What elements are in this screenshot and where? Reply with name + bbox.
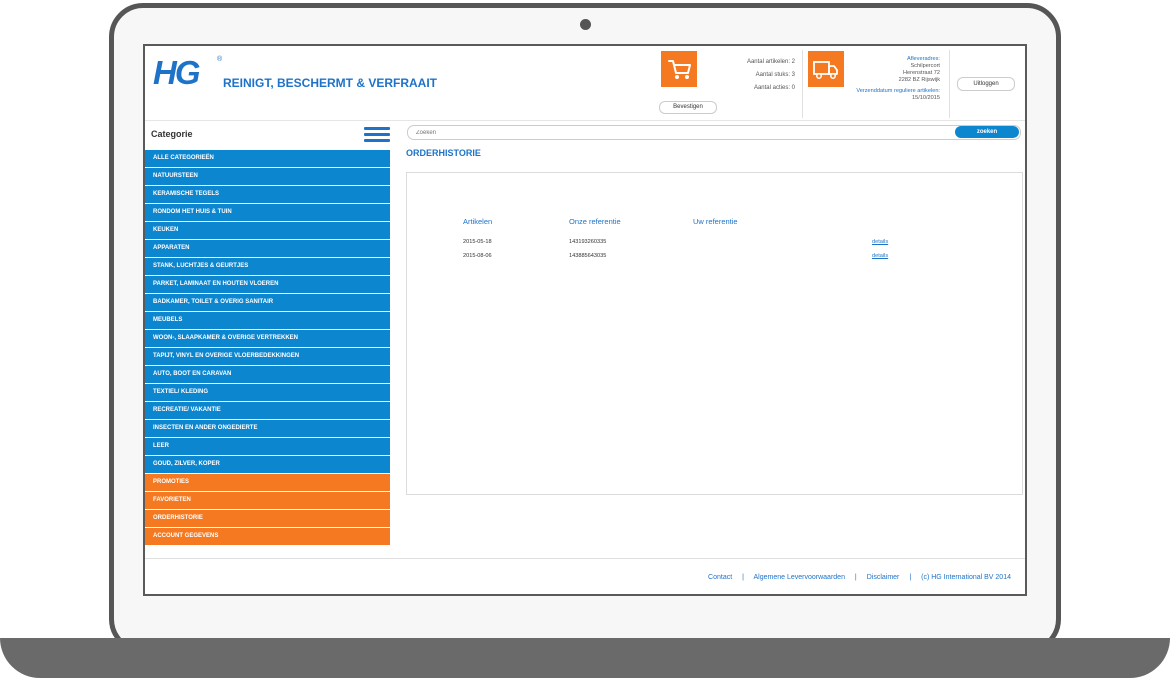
sidebar-account-item[interactable]: ORDERHISTORIE	[145, 510, 390, 527]
column-header-our-reference: Onze referentie	[569, 217, 621, 226]
sidebar-category-item[interactable]: MEUBELS	[145, 312, 390, 329]
logo-wordmark: HG	[153, 54, 200, 91]
header-divider	[949, 50, 950, 118]
delivery-truck-icon	[813, 61, 838, 79]
footer-link-disclaimer[interactable]: Disclaimer	[867, 574, 900, 581]
site-footer: Contact | Algemene Levervoorwaarden | Di…	[145, 558, 1025, 594]
footer-copyright: (c) HG International BV 2014	[921, 574, 1011, 581]
hamburger-menu-icon[interactable]	[364, 127, 390, 143]
order-reference: 143885643035	[569, 253, 607, 259]
header-divider	[802, 50, 803, 118]
sidebar-category-item[interactable]: KEUKEN	[145, 222, 390, 239]
column-header-your-reference: Uw referentie	[693, 217, 738, 226]
column-header-articles: Artikelen	[463, 217, 493, 226]
sidebar-category-item[interactable]: GOUD, ZILVER, KOPER	[145, 456, 390, 473]
cart-action-count: Aantal acties: 0	[753, 85, 795, 91]
sidebar-category-item[interactable]: RECREATIE/ VAKANTIE	[145, 402, 390, 419]
footer-separator: |	[909, 574, 912, 581]
category-header: Categorie	[145, 122, 391, 150]
footer-links: Contact | Algemene Levervoorwaarden | Di…	[708, 574, 1011, 581]
cart-summary: Aantal artikelen: 2 Aantal stuks: 3 Aant…	[705, 56, 795, 95]
sidebar-account-item[interactable]: PROMOTIES	[145, 474, 390, 491]
delivery-date-label: Verzenddatum reguliere artikelen:	[856, 88, 940, 94]
footer-link-terms[interactable]: Algemene Levervoorwaarden	[754, 574, 845, 581]
details-link[interactable]: details	[872, 253, 888, 259]
logout-button[interactable]: Uitloggen	[957, 77, 1015, 91]
page-title: ORDERHISTORIE	[406, 148, 481, 158]
cart-article-count: Aantal artikelen: 2	[746, 59, 795, 65]
sidebar-category-item[interactable]: NATUURSTEEN	[145, 168, 390, 185]
sidebar-category-item[interactable]: WOON-, SLAAPKAMER & OVERIGE VERTREKKEN	[145, 330, 390, 347]
search-button[interactable]: zoeken	[955, 126, 1019, 138]
confirm-button[interactable]: Bevestigen	[659, 101, 717, 114]
sidebar-category-item[interactable]: PARKET, LAMINAAT EN HOUTEN VLOEREN	[145, 276, 390, 293]
laptop-base	[0, 638, 1170, 678]
details-link[interactable]: details	[872, 239, 888, 245]
sidebar-category-item[interactable]: LEER	[145, 438, 390, 455]
delivery-address-line: Schilpercort	[910, 63, 940, 69]
category-title: Categorie	[151, 129, 193, 139]
order-reference: 143193260335	[569, 239, 607, 245]
footer-link-contact[interactable]: Contact	[708, 574, 732, 581]
sidebar-account-item[interactable]: FAVORIETEN	[145, 492, 390, 509]
webcam	[580, 19, 591, 30]
cart-piece-count: Aantal stuks: 3	[755, 72, 795, 78]
delivery-date-value: 15/10/2015	[912, 95, 940, 101]
order-date: 2015-08-06	[463, 253, 492, 259]
sidebar-category-item[interactable]: AUTO, BOOT EN CARAVAN	[145, 366, 390, 383]
sidebar-category-item[interactable]: BADKAMER, TOILET & OVERIG SANITAIR	[145, 294, 390, 311]
footer-separator: |	[854, 574, 857, 581]
search-input[interactable]	[414, 127, 938, 139]
delivery-address-line: Herenstraat 72	[902, 70, 940, 76]
site-header: HG ® REINIGT, BESCHERMT & VERFRAAIT Aant…	[145, 46, 1025, 121]
sidebar-account-item[interactable]: ACCOUNT GEGEVENS	[145, 528, 390, 545]
delivery-address-line: 2282 BZ Rijswijk	[898, 77, 940, 83]
sidebar-category-item[interactable]: ALLE CATEGORIEËN	[145, 150, 390, 167]
sidebar-category-item[interactable]: STANK, LUCHTJES & GEURTJES	[145, 258, 390, 275]
category-sidebar: Categorie ALLE CATEGORIEËN NATUURSTEEN KER…	[145, 122, 391, 546]
sidebar-category-item[interactable]: RONDOM HET HUIS & TUIN	[145, 204, 390, 221]
footer-separator: |	[742, 574, 744, 581]
order-history-panel: Artikelen Onze referentie Uw referentie …	[406, 172, 1023, 495]
search-bar	[407, 125, 1021, 140]
sidebar-category-item[interactable]: APPARATEN	[145, 240, 390, 257]
logo-tagline: REINIGT, BESCHERMT & VERFRAAIT	[223, 76, 438, 90]
logo-registered-mark: ®	[217, 56, 223, 63]
cart-button[interactable]	[661, 51, 697, 87]
shopping-cart-icon	[668, 60, 691, 79]
sidebar-category-item[interactable]: INSECTEN EN ANDER ONGEDIERTE	[145, 420, 390, 437]
delivery-address-title: Afleveradres:	[907, 56, 940, 62]
sidebar-category-item[interactable]: TEXTIEL/ KLEDING	[145, 384, 390, 401]
delivery-address: Afleveradres: Schilpercort Herenstraat 7…	[845, 56, 940, 102]
order-date: 2015-05-18	[463, 239, 492, 245]
category-menu: ALLE CATEGORIEËN NATUURSTEEN KERAMISCHE TE…	[145, 150, 391, 545]
sidebar-category-item[interactable]: KERAMISCHE TEGELS	[145, 186, 390, 203]
sidebar-category-item[interactable]: TAPIJT, VINYL EN OVERIGE VLOERBEDEKKINGE…	[145, 348, 390, 365]
browser-screen: HG ® REINIGT, BESCHERMT & VERFRAAIT Aant…	[143, 44, 1027, 596]
delivery-button[interactable]	[808, 51, 844, 87]
